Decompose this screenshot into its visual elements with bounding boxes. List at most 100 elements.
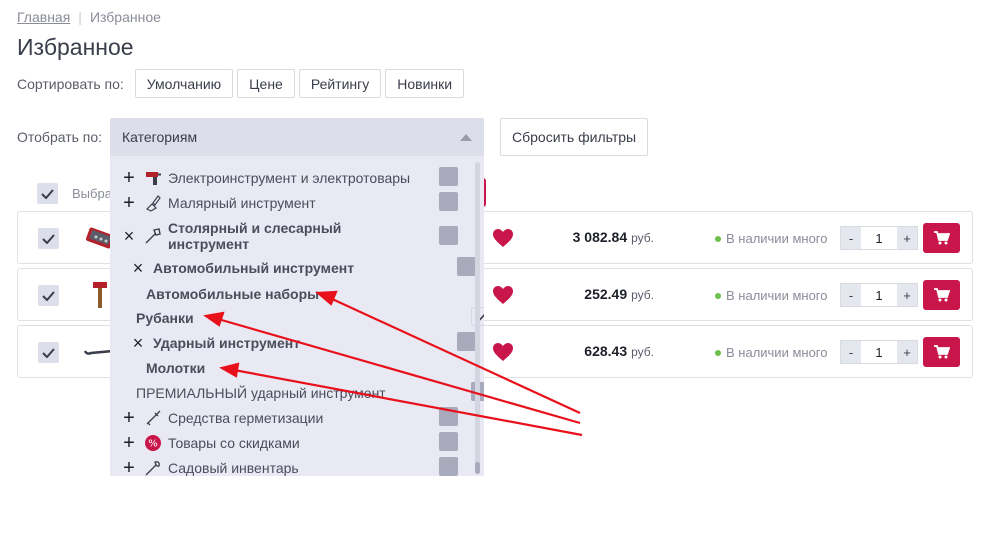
stock-dot-icon [715,349,721,356]
product-checkbox[interactable] [38,342,59,363]
sort-price-button[interactable]: Цене [237,69,295,98]
category-item-label: Автомобильный инструмент [153,260,355,276]
check-icon [42,347,55,358]
category-item-label: Столярный и слесарный инструмент [168,220,342,252]
svg-text:%: % [148,439,158,450]
check-icon [41,188,54,199]
category-item-discounts[interactable]: + % Товары со скидками [120,431,480,455]
quantity-stepper: - 1 + [840,283,918,307]
sort-new-button[interactable]: Новинки [385,69,465,98]
price-value: 3 082.84 [572,229,628,245]
category-item-painting[interactable]: + Малярный инструмент [120,191,480,215]
qty-input[interactable]: 1 [861,284,897,306]
paint-brush-icon [144,194,162,212]
category-item-label: Товары со скидками [168,435,300,451]
category-item-power-tools[interactable]: + Электроинструмент и электротовары [120,166,480,190]
stock-dot-icon [715,292,721,299]
qty-plus-button[interactable]: + [897,341,917,363]
collapse-icon[interactable]: × [129,258,147,279]
stock-label: В наличии много [726,288,828,303]
product-price: 628.43 руб. [548,343,654,359]
qty-input[interactable]: 1 [861,341,897,363]
product-price: 3 082.84 руб. [548,229,654,245]
qty-minus-button[interactable]: - [841,227,861,249]
category-checkbox[interactable] [439,167,458,186]
product-checkbox[interactable] [38,285,59,306]
sort-bar: Сортировать по: Умолчанию Цене Рейтингу … [17,69,468,98]
add-to-cart-button[interactable] [923,223,960,253]
collapse-icon[interactable]: × [120,226,138,247]
category-item-garden[interactable]: + Садовый инвентарь [120,456,480,476]
category-select[interactable]: Категориям [110,118,484,156]
stock-status: В наличии много [715,345,827,360]
category-item-carpentry[interactable]: × Столярный и слесарный инструмент [120,218,480,254]
heart-icon[interactable] [492,342,514,367]
breadcrumb: Главная | Избранное [17,9,161,25]
cart-icon [933,345,950,359]
qty-minus-button[interactable]: - [841,284,861,306]
reset-filters-button[interactable]: Сбросить фильтры [500,118,649,156]
collapse-icon[interactable]: × [129,333,147,354]
price-currency: руб. [631,345,654,359]
category-item-label: Малярный инструмент [168,195,316,211]
category-checkbox[interactable] [439,457,458,476]
category-checkbox[interactable] [439,226,458,245]
category-checkbox[interactable] [457,257,476,276]
wrench-icon [144,227,162,245]
category-checkbox[interactable] [439,432,458,451]
product-price: 252.49 руб. [548,286,654,302]
quantity-stepper: - 1 + [840,340,918,364]
qty-plus-button[interactable]: + [897,227,917,249]
expand-icon[interactable]: + [120,407,138,430]
stock-status: В наличии много [715,231,827,246]
heart-icon[interactable] [492,285,514,310]
discount-badge-icon: % [144,434,162,452]
add-to-cart-button[interactable] [923,337,960,367]
qty-plus-button[interactable]: + [897,284,917,306]
sort-default-button[interactable]: Умолчанию [134,69,234,98]
category-item-auto-sets[interactable]: Автомобильные наборы [146,282,484,306]
category-item-label: ПРЕМИАЛЬНЫЙ ударный инструмент [136,385,386,401]
stock-label: В наличии много [726,345,828,360]
garden-tool-icon [144,459,162,476]
product-checkbox[interactable] [38,228,59,249]
add-to-cart-button[interactable] [923,280,960,310]
category-item-hammers[interactable]: Молотки [146,356,484,380]
heart-icon[interactable] [492,228,514,253]
check-icon [42,290,55,301]
filter-label: Отобрать по: [17,129,103,145]
select-all-checkbox[interactable] [37,183,58,204]
dropdown-scrollbar[interactable] [475,162,480,474]
category-checkbox[interactable] [457,332,476,351]
category-item-automotive[interactable]: × Автомобильный инструмент [129,256,484,280]
drill-icon [144,169,162,187]
breadcrumb-current: Избранное [89,9,161,25]
category-item-planes[interactable]: Рубанки [136,306,484,330]
expand-icon[interactable]: + [120,457,138,477]
quantity-stepper: - 1 + [840,226,918,250]
category-checkbox[interactable] [439,407,458,426]
price-currency: руб. [631,231,654,245]
page-title: Избранное [17,34,134,60]
stock-label: В наличии много [726,231,828,246]
expand-icon[interactable]: + [120,192,138,215]
price-value: 252.49 [584,286,628,302]
expand-icon[interactable]: + [120,167,138,190]
scrollbar-thumb[interactable] [475,462,480,474]
expand-icon[interactable]: + [120,432,138,455]
price-value: 628.43 [584,343,628,359]
cart-icon [933,231,950,245]
category-item-premium[interactable]: ПРЕМИАЛЬНЫЙ ударный инструмент [136,381,484,405]
category-item-percussion[interactable]: × Ударный инструмент [129,331,484,355]
check-icon [42,233,55,244]
qty-input[interactable]: 1 [861,227,897,249]
sort-rating-button[interactable]: Рейтингу [298,69,382,98]
breadcrumb-separator: | [78,9,82,25]
price-currency: руб. [631,288,654,302]
category-item-label: Молотки [146,360,206,376]
sealant-gun-icon [144,409,162,427]
category-item-sealants[interactable]: + Средства герметизации [120,406,480,430]
qty-minus-button[interactable]: - [841,341,861,363]
breadcrumb-home-link[interactable]: Главная [17,9,70,25]
category-checkbox[interactable] [439,192,458,211]
